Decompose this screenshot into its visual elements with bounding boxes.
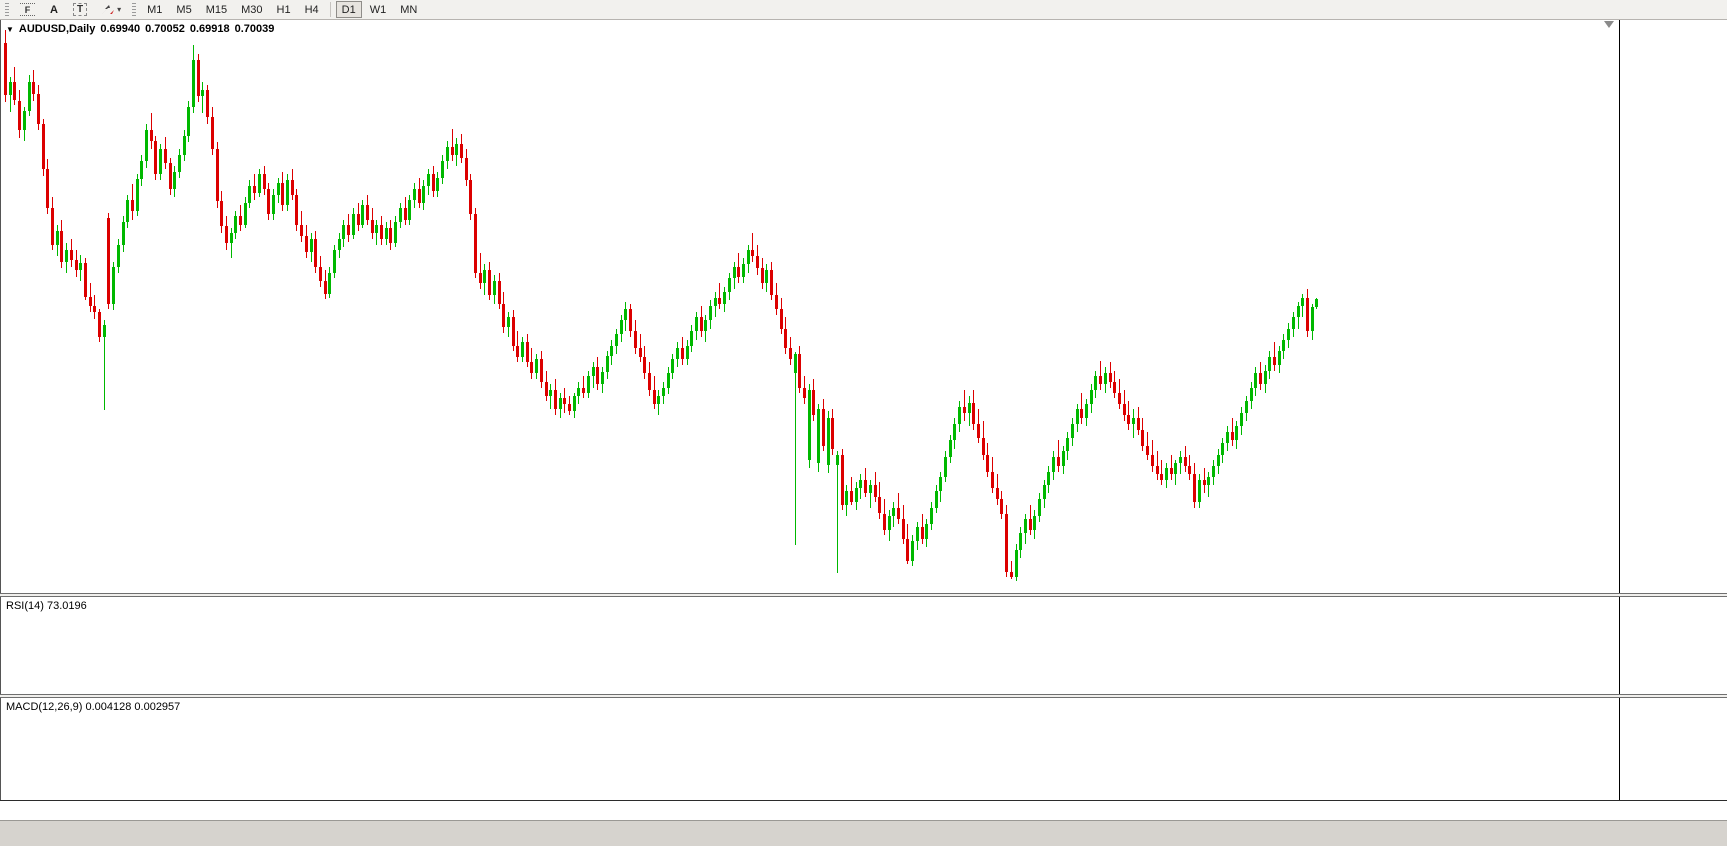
chevron-down-icon: ▾ xyxy=(117,5,122,14)
collapse-icon[interactable]: ▼ xyxy=(6,25,14,34)
text-tool-glyph: A xyxy=(50,3,58,16)
panel-separator[interactable] xyxy=(0,694,1727,698)
chart-low: 0.69918 xyxy=(189,23,230,35)
macd-header: MACD(12,26,9) 0.004128 0.002957 xyxy=(6,701,181,713)
timeframe-button-m1[interactable]: M1 xyxy=(141,1,168,18)
chart-shift-icon[interactable] xyxy=(1604,21,1614,28)
chart-close: 0.70039 xyxy=(234,23,275,35)
timeframe-button-m30[interactable]: M30 xyxy=(235,1,268,18)
toolbar-grip[interactable] xyxy=(132,3,137,16)
timeframe-button-m5[interactable]: M5 xyxy=(170,1,197,18)
timeframe-group: M1 M5 M15 M30 H1 H4 D1 W1 MN xyxy=(141,1,423,18)
chart-high: 0.70052 xyxy=(145,23,185,35)
text-tool-icon[interactable]: A xyxy=(43,1,65,18)
arrows-icon[interactable]: ▾ xyxy=(95,1,127,18)
chart-open: 0.69940 xyxy=(100,23,141,35)
date-axis[interactable] xyxy=(0,800,1727,820)
chart-tab-bar xyxy=(0,820,1727,846)
chart-title: ▼ AUDUSD,Daily 0.69940 0.70052 0.69918 0… xyxy=(6,23,274,35)
label-tool-glyph: T xyxy=(73,3,88,16)
chart-symbol: AUDUSD,Daily xyxy=(18,23,96,35)
arrows-glyph xyxy=(102,4,115,14)
toolbar: F A T ▾ M1 M5 M15 M30 H1 H4 D1 W1 MN xyxy=(0,0,1727,20)
price-axis[interactable] xyxy=(1619,20,1727,800)
panel-separator[interactable] xyxy=(0,593,1727,597)
label-tool-icon[interactable]: T xyxy=(67,1,93,18)
timeframe-button-h1[interactable]: H1 xyxy=(271,1,297,18)
fibonacci-icon[interactable]: F xyxy=(14,1,41,18)
mt4-window: F A T ▾ M1 M5 M15 M30 H1 H4 D1 W1 MN ▼ AUDUSD,Da… xyxy=(0,0,1727,846)
timeframe-button-m15[interactable]: M15 xyxy=(200,1,233,18)
rsi-panel[interactable]: RSI(14) 73.0196 xyxy=(0,597,1619,694)
moving-averages-layer xyxy=(1,20,1619,593)
main-chart-panel[interactable]: ▼ AUDUSD,Daily 0.69940 0.70052 0.69918 0… xyxy=(0,20,1619,593)
timeframe-button-d1[interactable]: D1 xyxy=(335,1,362,18)
toolbar-grip[interactable] xyxy=(5,3,9,16)
timeframe-button-w1[interactable]: W1 xyxy=(364,1,393,18)
timeframe-divider xyxy=(329,2,331,17)
timeframe-button-h4[interactable]: H4 xyxy=(299,1,325,18)
timeframe-button-mn[interactable]: MN xyxy=(394,1,423,18)
fibonacci-glyph: F xyxy=(20,3,35,16)
rsi-header: RSI(14) 73.0196 xyxy=(6,600,87,612)
macd-panel[interactable]: MACD(12,26,9) 0.004128 0.002957 xyxy=(0,698,1619,800)
